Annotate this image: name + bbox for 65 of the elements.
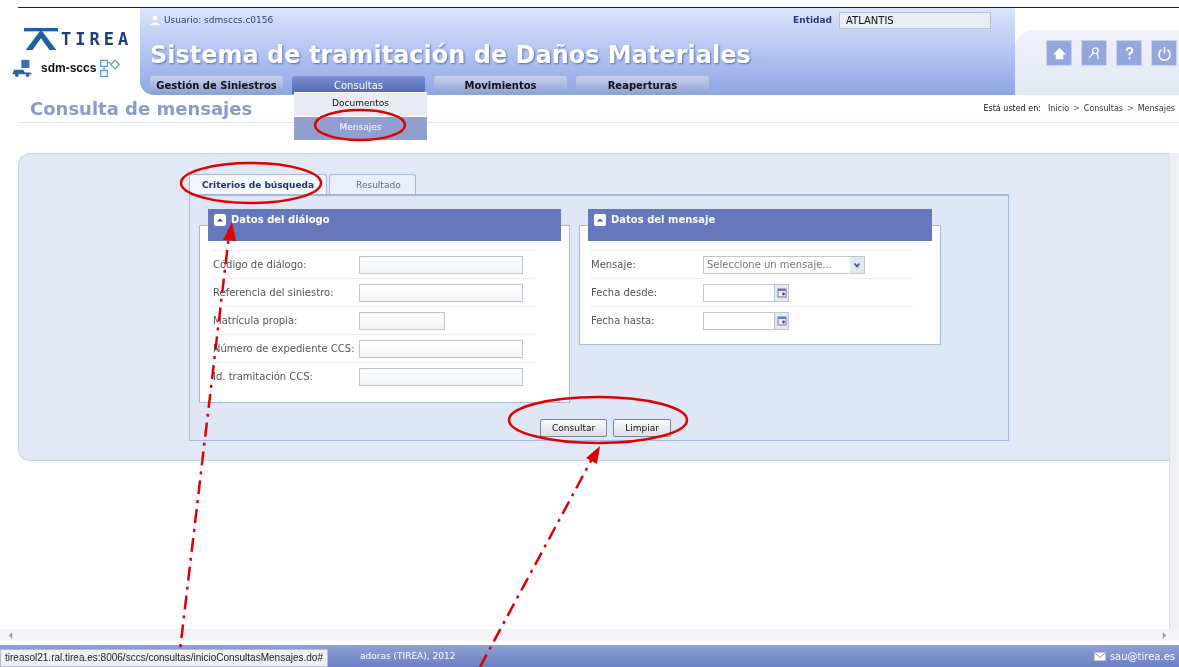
message-dropdown[interactable]: Seleccione un mensaje... xyxy=(703,255,865,274)
keys-button[interactable] xyxy=(1081,40,1107,66)
horizontal-scrollbar[interactable] xyxy=(0,629,1179,641)
power-button[interactable] xyxy=(1151,40,1177,66)
section-title: Datos del mensaje xyxy=(611,214,716,225)
field-label: Fecha desde: xyxy=(591,287,659,298)
triangle-icon xyxy=(596,216,604,224)
scroll-right-icon[interactable] xyxy=(1162,631,1167,639)
field-label: Id. tramitación CCS: xyxy=(213,371,314,382)
calendar-button[interactable] xyxy=(775,311,789,330)
user-icon xyxy=(150,15,160,25)
field-label: Número de expediente CCS: xyxy=(213,343,356,354)
nav-tab[interactable]: Movimientos xyxy=(434,76,567,94)
tab[interactable]: Criterios de búsqueda xyxy=(189,174,328,194)
collapse-button[interactable] xyxy=(594,214,606,226)
power-icon xyxy=(1156,45,1172,61)
home-button[interactable] xyxy=(1046,40,1072,66)
keys-icon xyxy=(1086,45,1102,61)
date-field[interactable] xyxy=(703,283,775,302)
field-label: Fecha hasta: xyxy=(591,315,656,326)
form-button[interactable]: Limpiar xyxy=(613,419,671,437)
text-field[interactable] xyxy=(359,283,523,302)
text-field[interactable] xyxy=(359,367,523,386)
entity-label: Entidad xyxy=(793,15,832,25)
user-label: Usuario: sdmsccs.c0156 xyxy=(164,15,274,25)
menu-item[interactable]: Documentos xyxy=(294,92,427,116)
breadcrumb-separator: > xyxy=(1127,104,1134,113)
section-title: Datos del diálogo xyxy=(231,214,330,225)
help-button[interactable] xyxy=(1116,40,1142,66)
footer-text: adoras (TIREA), 2012 xyxy=(360,651,456,661)
field-label: Mensaje: xyxy=(591,259,637,270)
mail-icon xyxy=(1093,651,1106,661)
calendar-icon xyxy=(776,287,787,298)
product-name: sdm-sccs xyxy=(41,60,97,75)
flowchart-icon xyxy=(99,57,122,78)
home-icon xyxy=(1051,45,1067,61)
page-title: Consulta de mensajes xyxy=(30,98,253,119)
form-button[interactable]: Consultar xyxy=(540,419,608,437)
nav-tab[interactable]: Gestión de Siniestros xyxy=(150,76,283,94)
breadcrumb-separator: > xyxy=(1073,104,1080,113)
triangle-icon xyxy=(216,216,224,224)
app-title: Sistema de tramitación de Daños Materiales xyxy=(150,40,752,71)
text-field[interactable] xyxy=(359,339,523,358)
text-field[interactable] xyxy=(359,255,523,274)
logo-text: TIREA xyxy=(61,28,133,49)
text-field[interactable] xyxy=(359,311,445,330)
breadcrumb-link[interactable]: Inicio xyxy=(1047,104,1070,113)
chevron-down-icon xyxy=(853,260,861,269)
vertical-scrollbar[interactable] xyxy=(1169,153,1179,629)
entity-field: ATLANTIS xyxy=(839,11,991,29)
scroll-left-icon[interactable] xyxy=(8,631,13,639)
tab[interactable]: Resultado xyxy=(329,174,416,194)
breadcrumb-link[interactable]: Consultas xyxy=(1083,104,1123,113)
nav-tab[interactable]: Reaperturas xyxy=(576,76,709,94)
field-label: Código de diálogo: xyxy=(213,259,308,270)
status-url: tireasol21.ral.tirea.es:8006/sccs/consultas/inicioConsultasMensajes.do# xyxy=(0,649,328,667)
collapse-button[interactable] xyxy=(214,214,226,226)
calendar-button[interactable] xyxy=(775,283,789,302)
breadcrumb-label: Está usted en: xyxy=(983,104,1041,113)
date-field[interactable] xyxy=(703,311,775,330)
field-label: Referencia del siniestro: xyxy=(213,287,335,298)
field-label: Matrícula propia: xyxy=(213,315,299,326)
logo-icon xyxy=(24,25,58,52)
calendar-icon xyxy=(776,315,787,326)
breadcrumb-link[interactable]: Mensajes xyxy=(1137,104,1175,113)
